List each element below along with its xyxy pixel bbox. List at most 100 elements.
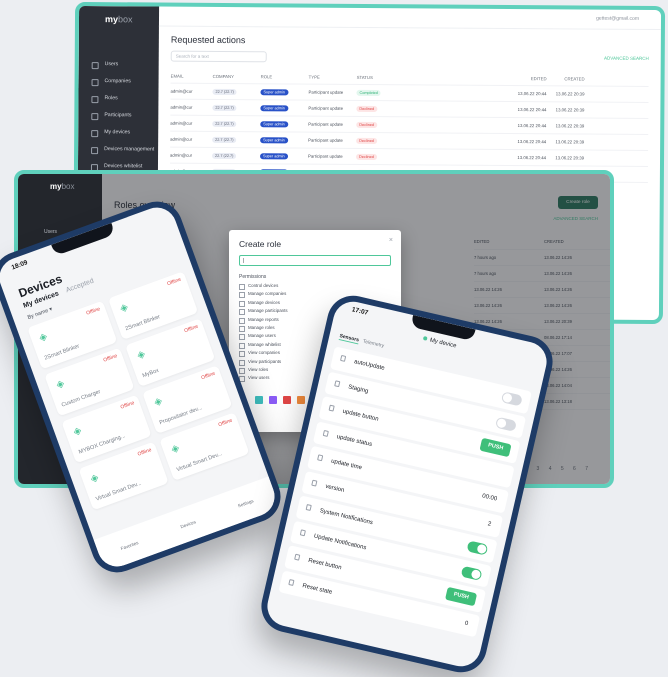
device-icon: ◈ (37, 331, 49, 345)
permission-checkbox[interactable]: Manage reports (239, 317, 288, 325)
device-name: Virtual Smart Dev... (175, 451, 224, 474)
device-icon: ◈ (152, 395, 164, 409)
nav-item[interactable]: Favorites (120, 540, 139, 551)
type-cell: Participant update (308, 89, 344, 95)
edited-cell: 13.06.22 20:44 (517, 123, 547, 129)
toggle[interactable] (495, 416, 518, 432)
sensor-icon (299, 528, 307, 536)
permission-checkbox[interactable]: Manage companies (239, 291, 288, 299)
offline-badge: Offline (85, 306, 102, 317)
company-cell: 22.7 (22.7) (212, 104, 260, 111)
status-cell: Declined (356, 121, 506, 128)
status-badge: Completed (356, 89, 381, 96)
created-cell: 13.06.22 20:39 (555, 91, 585, 97)
offline-badge: Offline (136, 447, 153, 458)
edited-cell: 13.06.22 20:44 (517, 107, 547, 113)
top-bar: gettest@gmail.com (158, 6, 662, 31)
sidebar-item[interactable]: Participants (78, 107, 158, 125)
color-swatch[interactable] (283, 396, 291, 404)
device-name: Custom Charger (60, 388, 102, 409)
created-cell: 13.06.22 20:39 (555, 123, 585, 129)
sensor-list: autoUpdate Staging update button PUSH upd… (278, 346, 532, 640)
sensor-icon (334, 379, 341, 387)
type-cell: Participant update (308, 137, 343, 143)
user-email[interactable]: gettest@gmail.com (596, 16, 639, 22)
status-badge: Declined (356, 121, 378, 128)
column-header[interactable]: CREATED (547, 76, 584, 81)
tab-accepted[interactable]: Accepted (65, 278, 95, 295)
column-header[interactable]: ROLE (261, 74, 309, 79)
toggle[interactable] (460, 565, 483, 581)
role-badge: Super admin (260, 120, 288, 127)
status-cell: Declined (356, 137, 506, 144)
sidebar-item[interactable]: Devices management (78, 141, 158, 159)
sensor-icon (317, 454, 324, 462)
device-name: Propositator dev... (158, 405, 204, 427)
status-badge: Declined (356, 105, 378, 112)
color-swatch[interactable] (255, 396, 263, 404)
sensor-icon (294, 553, 301, 561)
permission-checkbox[interactable]: View roles (239, 367, 288, 375)
device-icon: ◈ (135, 348, 147, 362)
column-header[interactable]: EDITED (507, 76, 547, 81)
nav-item[interactable]: Settings (237, 498, 254, 508)
search-input[interactable]: Search for a text (170, 50, 267, 63)
push-button[interactable]: PUSH (444, 586, 478, 607)
color-swatch[interactable] (269, 396, 277, 404)
nav-item[interactable]: Devices (180, 519, 197, 529)
offline-badge: Offline (166, 276, 182, 288)
column-header[interactable]: STATUS (357, 75, 507, 81)
color-swatch[interactable] (297, 396, 305, 404)
modal-title: Create role (239, 239, 282, 249)
device-name: Virtual Smart Dev... (95, 480, 143, 503)
sidebar-item[interactable]: My devices (78, 124, 158, 142)
device-name: MyBox (141, 367, 160, 380)
permission-checkbox[interactable]: View participants (239, 359, 288, 367)
edited-cell: 13.06.22 20:44 (517, 91, 547, 97)
created-cell: 13.06.22 20:39 (555, 139, 585, 145)
actions-table: EMAIL COMPANY ROLE TYPE STATUS EDITED CREATED a… (169, 69, 649, 183)
permission-checkbox[interactable]: Manage participants (239, 308, 288, 316)
logo: mybox (104, 14, 133, 25)
close-icon[interactable]: × (389, 237, 393, 244)
device-name: MYBOX Charging... (77, 433, 127, 456)
type-cell: Participant update (308, 105, 344, 111)
column-header[interactable]: EMAIL (171, 74, 213, 79)
advanced-search-link[interactable]: ADVANCED SEARCH (604, 56, 649, 61)
toggle[interactable] (500, 391, 523, 407)
role-badge: Super admin (260, 104, 288, 111)
offline-badge: Offline (200, 370, 217, 382)
permission-checkbox[interactable]: Manage roles (239, 325, 288, 333)
permission-checkbox[interactable]: Manage whitelist (239, 342, 288, 350)
permission-checkbox[interactable]: Manage users (239, 333, 288, 341)
company-cell: 22.7 (22.7) (212, 152, 260, 159)
device-icon: ◈ (118, 301, 130, 315)
company-badge: 22.7 (22.7) (212, 88, 237, 95)
role-cell: Super admin (260, 152, 308, 159)
role-cell: Super admin (260, 136, 308, 143)
status-badge: Declined (356, 153, 377, 160)
device-icon: ◈ (54, 378, 66, 392)
sidebar-item[interactable]: Users (79, 56, 159, 74)
sidebar-item[interactable]: Companies (79, 73, 159, 91)
column-header[interactable]: TYPE (309, 75, 357, 80)
device-name: 2Smart Blinker (124, 314, 162, 333)
toggle[interactable] (466, 540, 489, 556)
permission-checkbox[interactable]: Control devices (239, 283, 288, 291)
sidebar-item[interactable]: Roles (78, 90, 158, 108)
push-button[interactable]: PUSH (479, 437, 512, 458)
edited-cell: 13.06.22 20:44 (517, 139, 547, 145)
offline-badge: Offline (183, 323, 200, 335)
company-cell: 22.7 (22.7) (212, 136, 260, 143)
permission-checkbox[interactable]: Manage devices (239, 300, 288, 308)
created-cell: 13.06.22 20:39 (555, 155, 585, 161)
sensor-icon (322, 429, 330, 437)
company-cell: 22.7 (22.7) (212, 88, 260, 95)
permissions-list: Control devices Manage companies Manage de… (239, 283, 288, 384)
permission-checkbox[interactable]: View users (239, 375, 288, 383)
email-cell: admin@cur (170, 136, 193, 142)
permission-checkbox[interactable]: View companies (239, 350, 288, 358)
role-name-input[interactable]: | (239, 255, 391, 266)
column-header[interactable]: COMPANY (213, 74, 261, 79)
status-cell: Declined (356, 153, 506, 160)
